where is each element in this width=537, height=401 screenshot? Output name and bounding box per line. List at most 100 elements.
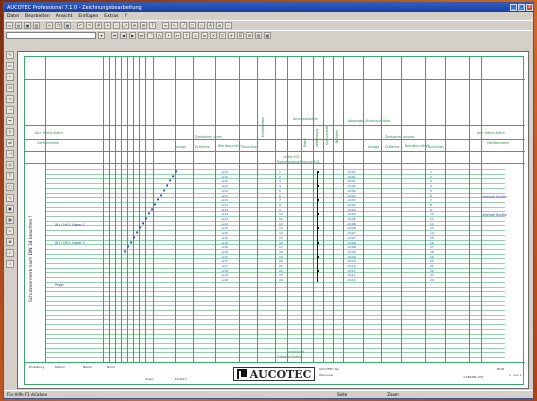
select-icon[interactable]: ↖ bbox=[171, 22, 178, 29]
line-icon[interactable]: ╱ bbox=[180, 22, 187, 29]
draw-poly-icon[interactable]: ⋀ bbox=[156, 32, 163, 39]
marker: ■ bbox=[136, 231, 139, 235]
ortho-icon[interactable]: ⊞ bbox=[246, 32, 253, 39]
menu-extras[interactable]: Extras bbox=[104, 14, 118, 19]
symbol-icon[interactable]: ⊕ bbox=[216, 22, 223, 29]
settings-icon[interactable]: ⚙ bbox=[140, 22, 147, 29]
image-icon[interactable]: ▣ bbox=[6, 205, 14, 213]
info-icon[interactable]: i bbox=[6, 260, 14, 268]
grid-icon[interactable]: # bbox=[95, 22, 102, 29]
print-icon[interactable]: ▥ bbox=[33, 22, 40, 29]
terminal-number: 3 bbox=[279, 179, 281, 184]
cut-icon[interactable]: ✂ bbox=[46, 22, 53, 29]
cable-icon[interactable]: ≈ bbox=[6, 95, 14, 103]
potential-icon[interactable]: ⏚ bbox=[6, 128, 14, 136]
tb-page-label: Blatt bbox=[497, 367, 505, 371]
check-icon[interactable]: ✓ bbox=[6, 249, 14, 257]
terminal-icon[interactable]: ⊡ bbox=[6, 84, 14, 92]
terminal-number: 12 bbox=[279, 221, 283, 226]
inner-device-ref: -A13 bbox=[221, 193, 228, 198]
paste-icon[interactable]: ▦ bbox=[64, 22, 71, 29]
align-icon[interactable]: ⊥ bbox=[192, 32, 199, 39]
rect-icon[interactable]: □ bbox=[189, 22, 196, 29]
open-icon[interactable]: ▤ bbox=[15, 22, 22, 29]
inner-device-ref: -A17 bbox=[221, 254, 228, 259]
header-anlage-left: Anlage bbox=[175, 145, 187, 149]
aucotec-mark-icon bbox=[236, 369, 247, 379]
dimension-icon[interactable]: ⊏ bbox=[219, 32, 226, 39]
contact-icon[interactable]: ⊣ bbox=[6, 150, 14, 158]
bus-icon[interactable]: ═ bbox=[6, 117, 14, 125]
plug-icon[interactable]: ⊸ bbox=[6, 106, 14, 114]
crossref-icon[interactable]: ⇄ bbox=[6, 139, 14, 147]
coil-icon[interactable]: ◎ bbox=[6, 161, 14, 169]
bold-icon[interactable]: B bbox=[237, 32, 244, 39]
layers-icon[interactable]: ▨ bbox=[255, 32, 262, 39]
menu-datei[interactable]: Datei bbox=[7, 14, 19, 19]
outer-terminal-number: 17 bbox=[430, 245, 434, 250]
group-icon[interactable]: ▩ bbox=[264, 32, 271, 39]
table-icon[interactable]: ▦ bbox=[6, 216, 14, 224]
outer-terminal-number: 10 bbox=[430, 212, 434, 217]
help-icon[interactable]: ? bbox=[149, 22, 156, 29]
sheet-selector[interactable] bbox=[6, 32, 96, 39]
prev-page-icon[interactable]: ◀ bbox=[120, 32, 127, 39]
menu-bearbeiten[interactable]: Bearbeiten bbox=[25, 14, 50, 19]
copy-icon[interactable]: ❐ bbox=[55, 22, 62, 29]
menu-help[interactable]: ? bbox=[124, 14, 126, 19]
header-ortkennz-right: Ortkennz. bbox=[385, 145, 401, 149]
menu-ansicht[interactable]: Ansicht bbox=[56, 14, 73, 19]
draw-point-icon[interactable]: • bbox=[165, 32, 172, 39]
properties-icon[interactable]: ≣ bbox=[6, 238, 14, 246]
save-icon[interactable]: ▣ bbox=[24, 22, 31, 29]
snap-icon[interactable]: ⌖ bbox=[228, 32, 235, 39]
text-icon[interactable]: A bbox=[207, 22, 214, 29]
draw-arc-icon[interactable]: ⌒ bbox=[147, 32, 154, 39]
wire-icon[interactable]: ⌁ bbox=[225, 22, 232, 29]
maximize-button[interactable]: □ bbox=[518, 4, 525, 11]
frame-icon[interactable]: ▢ bbox=[6, 183, 14, 191]
pin-icon[interactable]: ↑ bbox=[183, 32, 190, 39]
last-page-icon[interactable]: ⏭ bbox=[138, 32, 145, 39]
outer-terminal-number: 2 bbox=[430, 174, 432, 179]
outer-device-ref: -X106 bbox=[347, 221, 356, 226]
next-page-icon[interactable]: ▶ bbox=[129, 32, 136, 39]
dropdown-icon[interactable]: ▾ bbox=[98, 32, 105, 39]
leiste-label: Leiste 102 bbox=[283, 155, 300, 159]
circle-icon[interactable]: ○ bbox=[198, 22, 205, 29]
new-icon[interactable]: ▭ bbox=[6, 22, 13, 29]
redo-icon[interactable]: ↷ bbox=[86, 22, 93, 29]
inner-device-ref: -A16 bbox=[221, 249, 228, 254]
connect-icon[interactable]: ⌁ bbox=[6, 73, 14, 81]
graphic-icon[interactable]: ◇ bbox=[6, 194, 14, 202]
marker: ■ bbox=[148, 212, 151, 216]
zoom-fit-icon[interactable]: ⤢ bbox=[122, 22, 129, 29]
delete-icon[interactable]: ✕ bbox=[210, 32, 217, 39]
component-icon[interactable]: ▭ bbox=[6, 62, 14, 70]
layer-icon[interactable]: ≡ bbox=[162, 22, 169, 29]
search-icon[interactable]: ⌕ bbox=[6, 227, 14, 235]
inner-device-ref: -A12 bbox=[221, 170, 228, 174]
pointer-icon[interactable]: ↖ bbox=[6, 51, 14, 59]
terminal-number: 15 bbox=[279, 235, 283, 240]
outer-device-ref: -X109 bbox=[347, 249, 356, 254]
inner-device-ref: -A14 bbox=[221, 212, 228, 217]
text-tool-icon[interactable]: T bbox=[6, 172, 14, 180]
refresh-icon[interactable]: ⟳ bbox=[131, 22, 138, 29]
outer-device-ref: -X111 bbox=[347, 273, 356, 278]
terminal-number: 10 bbox=[279, 212, 283, 217]
outer-device-ref: -X102 bbox=[347, 188, 356, 193]
drawing-canvas[interactable]: Anz. fremd Adern Gerätenname Zielsachen … bbox=[17, 51, 529, 389]
mirror-icon[interactable]: ⇋ bbox=[201, 32, 208, 39]
zoom-in-icon[interactable]: + bbox=[104, 22, 111, 29]
inner-device-ref: -A13 bbox=[221, 188, 228, 193]
marker: ■ bbox=[145, 217, 148, 220]
close-button[interactable]: x bbox=[526, 4, 533, 11]
measure-icon[interactable]: ↔ bbox=[174, 32, 181, 39]
first-page-icon[interactable]: ⏮ bbox=[111, 32, 118, 39]
zoom-out-icon[interactable]: − bbox=[113, 22, 120, 29]
inner-device-ref: -A17 bbox=[221, 264, 228, 268]
menu-einfuegen[interactable]: Einfügen bbox=[78, 14, 98, 19]
minimize-button[interactable]: _ bbox=[510, 4, 517, 11]
undo-icon[interactable]: ↶ bbox=[77, 22, 84, 29]
